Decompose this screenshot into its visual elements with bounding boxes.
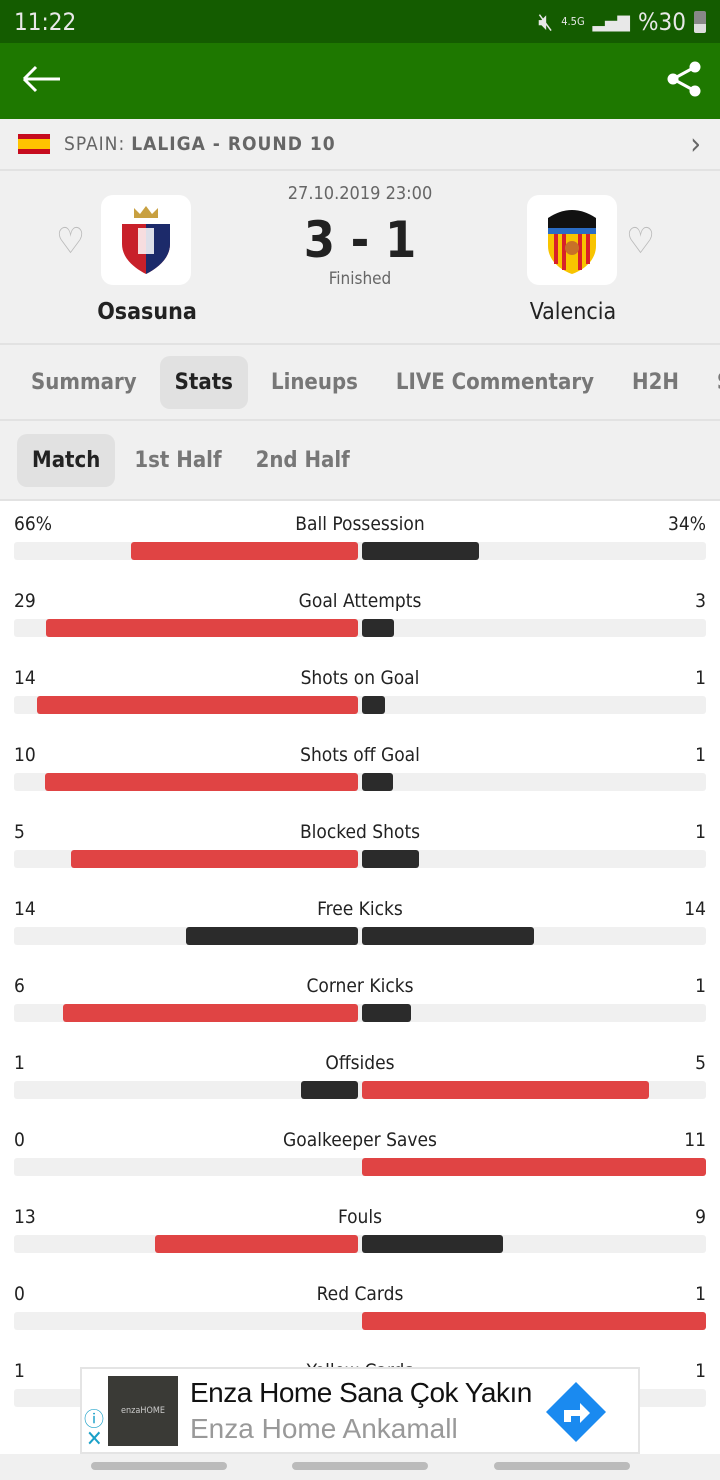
away-bar xyxy=(362,773,394,791)
league-country: SPAIN: xyxy=(64,133,126,155)
away-value: 11 xyxy=(684,1129,706,1151)
away-bar xyxy=(362,1081,649,1099)
ad-title[interactable]: Enza Home Sana Çok Yakın xyxy=(190,1377,532,1409)
stats-list: 66% Ball Possession 34% 29 Goal Attempts… xyxy=(0,501,720,1425)
stat-row: 1 Offsides 5 xyxy=(14,1040,706,1117)
share-icon[interactable] xyxy=(666,61,702,101)
stat-row: 0 Red Cards 1 xyxy=(14,1271,706,1348)
home-bar xyxy=(63,1004,358,1022)
period-tabs: Match 1st Half 2nd Half xyxy=(0,421,720,501)
home-bar xyxy=(71,850,358,868)
stat-row: 14 Shots on Goal 1 xyxy=(14,655,706,732)
home-bar xyxy=(186,927,358,945)
stat-label: Shots on Goal xyxy=(300,667,420,689)
away-bar xyxy=(362,619,395,637)
league-name: LALIGA - ROUND 10 xyxy=(131,133,336,155)
stat-track xyxy=(14,927,706,945)
away-bar xyxy=(362,696,385,714)
stat-label: Ball Possession xyxy=(295,513,425,535)
away-bar xyxy=(362,927,534,945)
tab-truncated[interactable]: S xyxy=(702,356,720,409)
match-tabs: Summary Stats Lineups LIVE Commentary H2… xyxy=(0,343,720,421)
away-team-logo[interactable] xyxy=(527,195,617,285)
stat-row: 5 Blocked Shots 1 xyxy=(14,809,706,886)
app-bar xyxy=(0,43,720,119)
away-value: 5 xyxy=(695,1052,706,1074)
signal-icon: ▂▄▆ xyxy=(592,11,630,32)
battery-level: %30 xyxy=(638,7,686,36)
ad-close-icon[interactable]: ✕ xyxy=(86,1427,103,1452)
tab-2nd-half[interactable]: 2nd Half xyxy=(241,434,365,487)
stat-row: 66% Ball Possession 34% xyxy=(14,501,706,578)
away-bar xyxy=(362,1235,503,1253)
away-bar xyxy=(362,1004,412,1022)
stat-label: Blocked Shots xyxy=(299,821,421,843)
home-bar xyxy=(36,696,358,714)
stat-row: 29 Goal Attempts 3 xyxy=(14,578,706,655)
home-bar xyxy=(300,1081,358,1099)
away-value: 3 xyxy=(695,590,706,612)
tab-summary[interactable]: Summary xyxy=(16,356,152,409)
nav-bar xyxy=(0,1454,720,1480)
nav-handle[interactable] xyxy=(91,1462,227,1470)
stat-row: 0 Goalkeeper Saves 11 xyxy=(14,1117,706,1194)
battery-icon xyxy=(694,10,706,33)
away-value: 9 xyxy=(695,1206,706,1228)
stat-label: Goal Attempts xyxy=(298,590,422,612)
tab-match[interactable]: Match xyxy=(17,433,116,487)
stat-label: Free Kicks xyxy=(317,898,403,920)
stat-track xyxy=(14,542,706,560)
home-bar xyxy=(130,542,358,560)
home-team-name[interactable]: Osasuna xyxy=(47,299,247,325)
stat-label: Goalkeeper Saves xyxy=(283,1129,437,1151)
stat-row: 6 Corner Kicks 1 xyxy=(14,963,706,1040)
away-value: 1 xyxy=(695,821,706,843)
home-bar xyxy=(46,619,358,637)
tab-live-commentary[interactable]: LIVE Commentary xyxy=(381,356,609,409)
stat-label: Corner Kicks xyxy=(306,975,414,997)
tab-1st-half[interactable]: 1st Half xyxy=(119,434,236,487)
home-bar xyxy=(45,773,358,791)
stat-label: Fouls xyxy=(337,1206,383,1228)
chevron-right-icon: › xyxy=(690,126,702,162)
stat-label: Offsides xyxy=(325,1052,395,1074)
stat-label: Shots off Goal xyxy=(300,744,420,766)
nav-handle[interactable] xyxy=(292,1462,428,1470)
stat-row: 13 Fouls 9 xyxy=(14,1194,706,1271)
away-bar xyxy=(362,1312,706,1330)
match-header: ♡ Osasuna 27.10.2019 23:00 3 - 1 Finishe… xyxy=(0,171,720,343)
away-value: 1 xyxy=(695,744,706,766)
away-value: 1 xyxy=(695,667,706,689)
stat-row: 10 Shots off Goal 1 xyxy=(14,732,706,809)
away-bar xyxy=(362,1158,706,1176)
favorite-away-heart-icon[interactable]: ♡ xyxy=(626,221,655,262)
away-bar xyxy=(362,850,420,868)
arrow-left-icon[interactable] xyxy=(22,64,62,98)
league-header[interactable]: SPAIN: LALIGA - ROUND 10 › xyxy=(0,119,720,171)
tab-stats[interactable]: Stats xyxy=(159,355,248,409)
directions-icon[interactable] xyxy=(544,1380,608,1444)
tab-lineups[interactable]: Lineups xyxy=(256,356,373,409)
mute-icon: 🔇︎ xyxy=(538,7,554,36)
spain-flag-icon xyxy=(18,134,50,154)
away-value: 14 xyxy=(684,898,706,920)
nav-handle[interactable] xyxy=(494,1462,630,1470)
away-value: 1 xyxy=(695,1360,706,1382)
stat-track xyxy=(14,1235,706,1253)
stat-label: Red Cards xyxy=(316,1283,404,1305)
home-bar xyxy=(154,1235,358,1253)
ad-brand-logo: enzaHOME xyxy=(108,1376,178,1446)
away-value: 34% xyxy=(668,513,706,535)
away-team-name[interactable]: Valencia xyxy=(473,299,673,325)
status-bar: 11:22 🔇︎ 4.5G ▂▄▆ %30 xyxy=(0,0,720,43)
ad-subtitle: Enza Home Ankamall xyxy=(190,1413,458,1444)
away-value: 1 xyxy=(695,975,706,997)
tab-h2h[interactable]: H2H xyxy=(617,356,694,409)
stat-row: 14 Free Kicks 14 xyxy=(14,886,706,963)
away-bar xyxy=(362,542,479,560)
network-type: 4.5G xyxy=(561,15,585,28)
away-value: 1 xyxy=(695,1283,706,1305)
ad-banner[interactable]: ⓘ ✕ enzaHOME Enza Home Sana Çok Yakın En… xyxy=(80,1367,640,1454)
clock: 11:22 xyxy=(14,7,77,36)
